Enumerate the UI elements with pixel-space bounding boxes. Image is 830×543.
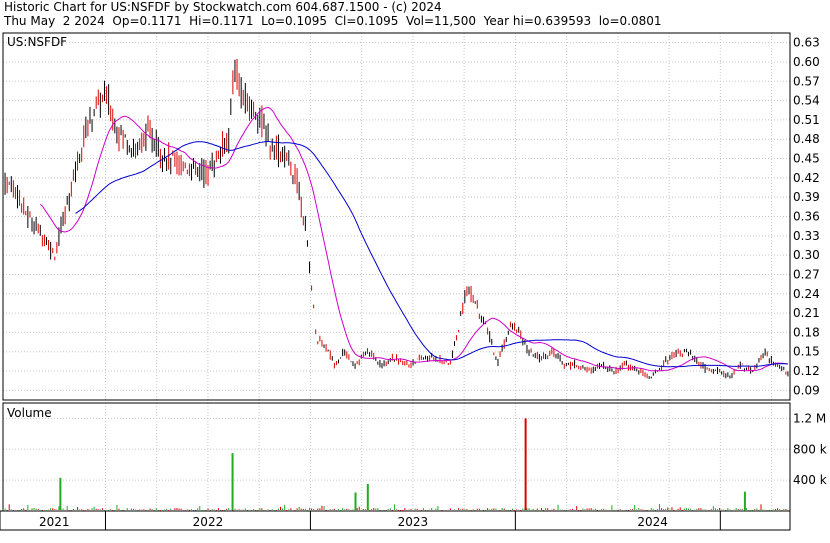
year-axis: 2021 2022 2023 2024 (39, 511, 721, 530)
volume-panel-border (2, 402, 791, 512)
year-label: 2023 (398, 515, 429, 529)
volume-tick-label: 400 k (793, 473, 827, 487)
price-tick-label: 0.27 (793, 267, 820, 281)
price-tick-label: 0.39 (793, 190, 820, 204)
volume-tick-label: 800 k (793, 442, 827, 456)
price-tick-label: 0.30 (793, 248, 820, 262)
symbol-label: US:NSFDF (7, 35, 67, 49)
price-tick-label: 0.51 (793, 113, 820, 127)
year-label: 2024 (637, 515, 668, 529)
year-label: 2022 (193, 515, 224, 529)
year-label: 2021 (39, 515, 70, 529)
price-volume-chart: US:NSFDF Volume 0.63 0.60 0.57 0.54 0.51 0.48… (0, 32, 827, 531)
price-tick-label: 0.45 (793, 152, 820, 166)
price-tick-label: 0.18 (793, 325, 820, 339)
price-tick-label: 0.36 (793, 210, 820, 224)
grid (3, 33, 790, 511)
chart-frame (0, 32, 791, 531)
volume-tick-label: 1.2 M (793, 411, 826, 425)
volume-label: Volume (7, 406, 52, 420)
price-tick-label: 0.15 (793, 345, 820, 359)
price-tick-label: 0.63 (793, 36, 820, 50)
year-axis-border (0, 510, 791, 531)
price-tick-label: 0.42 (793, 171, 820, 185)
price-tick-label: 0.21 (793, 306, 820, 320)
price-axis: 0.63 0.60 0.57 0.54 0.51 0.48 0.45 0.42 0.39 0.36… (793, 36, 820, 398)
price-tick-label: 0.33 (793, 229, 820, 243)
price-tick-label: 0.12 (793, 364, 820, 378)
price-tick-label: 0.57 (793, 74, 820, 88)
price-tick-label: 0.48 (793, 132, 820, 146)
price-bars (2, 58, 789, 379)
price-tick-label: 0.24 (793, 287, 820, 301)
ma-long-line (75, 140, 788, 368)
volume-bars (2, 418, 789, 511)
price-tick-label: 0.54 (793, 94, 820, 108)
price-tick-label: 0.09 (793, 383, 820, 397)
price-tick-label: 0.60 (793, 55, 820, 69)
volume-axis: 1.2 M 800 k 400 k (793, 411, 827, 487)
